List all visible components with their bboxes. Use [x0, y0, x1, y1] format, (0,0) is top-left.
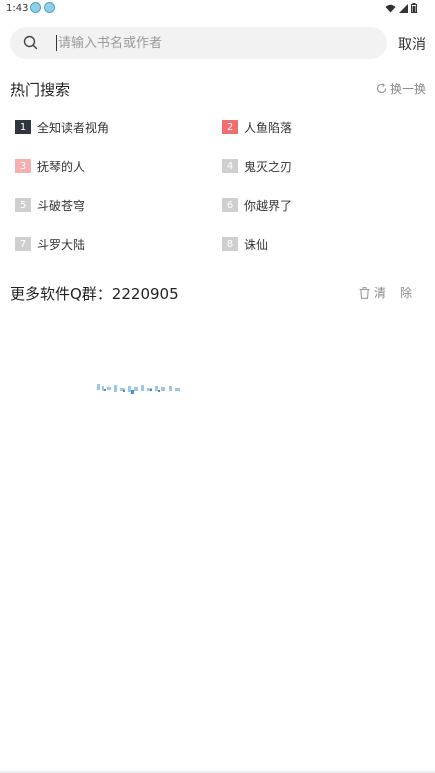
hot-item[interactable]: 5 斗破苍穹	[15, 195, 85, 215]
rank-badge: 5	[15, 198, 31, 212]
clear-label: 清除	[373, 286, 426, 300]
text-cursor	[56, 35, 57, 51]
trash-icon	[359, 286, 370, 299]
search-input[interactable]	[58, 33, 378, 53]
rank-badge: 7	[15, 237, 31, 251]
search-box[interactable]	[10, 27, 387, 59]
history-title: 更多软件Q群：2220905	[10, 285, 179, 303]
book-title: 你越界了	[244, 198, 293, 213]
rank-badge: 1	[15, 120, 31, 134]
search-bar: 取消	[0, 27, 435, 59]
search-icon	[23, 35, 38, 50]
hot-item[interactable]: 2 人鱼陷落	[222, 117, 292, 137]
refresh-label: 换一换	[389, 82, 426, 96]
status-bar: 1:43	[0, 0, 435, 18]
loading-indicator	[97, 384, 180, 394]
refresh-button[interactable]: 换一换	[376, 80, 426, 97]
book-title: 斗罗大陆	[37, 237, 86, 252]
refresh-icon	[376, 83, 387, 94]
rank-badge: 8	[222, 237, 238, 251]
rank-badge: 3	[15, 159, 31, 173]
app-notification-icon	[30, 2, 41, 13]
battery-icon	[411, 3, 417, 13]
hot-item[interactable]: 6 你越界了	[222, 195, 292, 215]
hot-item[interactable]: 7 斗罗大陆	[15, 234, 85, 254]
book-title: 鬼灭之刃	[244, 159, 293, 174]
hot-item[interactable]: 1 全知读者视角	[15, 117, 109, 137]
app-notification-icon	[44, 2, 55, 13]
hot-item[interactable]: 3 抚琴的人	[15, 156, 85, 176]
hot-item[interactable]: 4 鬼灭之刃	[222, 156, 292, 176]
signal-icon	[399, 3, 408, 13]
notification-icons	[30, 2, 55, 13]
wifi-icon	[385, 4, 396, 12]
clear-history-button[interactable]: 清除	[359, 284, 426, 301]
rank-badge: 2	[222, 120, 238, 134]
book-title: 斗破苍穹	[37, 198, 86, 213]
book-title: 诛仙	[244, 237, 269, 252]
rank-badge: 6	[222, 198, 238, 212]
status-time: 1:43	[6, 3, 29, 14]
system-icons	[385, 3, 417, 13]
cancel-button[interactable]: 取消	[398, 34, 426, 54]
hot-search-title: 热门搜索	[10, 81, 71, 99]
hot-item[interactable]: 8 诛仙	[222, 234, 268, 254]
book-title: 抚琴的人	[37, 159, 86, 174]
rank-badge: 4	[222, 159, 238, 173]
book-title: 人鱼陷落	[244, 120, 293, 135]
book-title: 全知读者视角	[37, 120, 110, 135]
